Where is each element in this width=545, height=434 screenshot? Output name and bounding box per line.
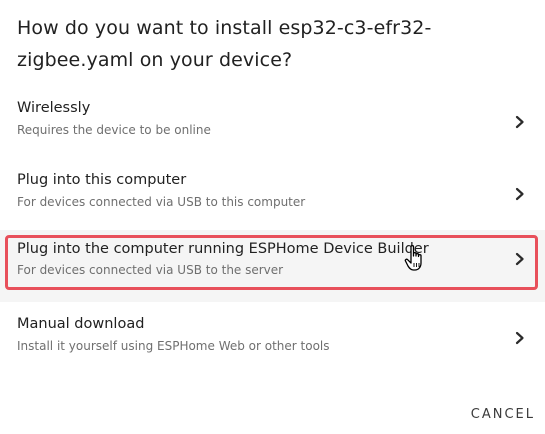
- option-plug-into-device-builder[interactable]: Plug into the computer running ESPHome D…: [0, 230, 545, 302]
- option-description: Install it yourself using ESPHome Web or…: [17, 339, 330, 353]
- option-label: Plug into this computer: [17, 172, 187, 188]
- cancel-button[interactable]: CANCEL: [471, 403, 535, 426]
- option-description: For devices connected via USB to this co…: [17, 195, 306, 209]
- option-label: Wirelessly: [17, 100, 91, 116]
- install-dialog: How do you want to install esp32-c3-efr3…: [0, 0, 545, 434]
- chevron-right-icon: [515, 115, 524, 129]
- option-description: For devices connected via USB to the ser…: [17, 263, 284, 277]
- chevron-right-icon: [515, 331, 524, 345]
- install-options-list: Wirelessly Requires the device to be onl…: [0, 86, 545, 374]
- option-label: Plug into the computer running ESPHome D…: [17, 241, 429, 257]
- option-wirelessly[interactable]: Wirelessly Requires the device to be onl…: [0, 86, 545, 158]
- option-plug-into-this-computer[interactable]: Plug into this computer For devices conn…: [0, 158, 545, 230]
- dialog-title: How do you want to install esp32-c3-efr3…: [17, 17, 432, 71]
- option-label: Manual download: [17, 316, 145, 332]
- chevron-right-icon: [515, 187, 524, 201]
- option-description: Requires the device to be online: [17, 123, 211, 137]
- option-manual-download[interactable]: Manual download Install it yourself usin…: [0, 302, 545, 374]
- chevron-right-icon: [515, 252, 524, 266]
